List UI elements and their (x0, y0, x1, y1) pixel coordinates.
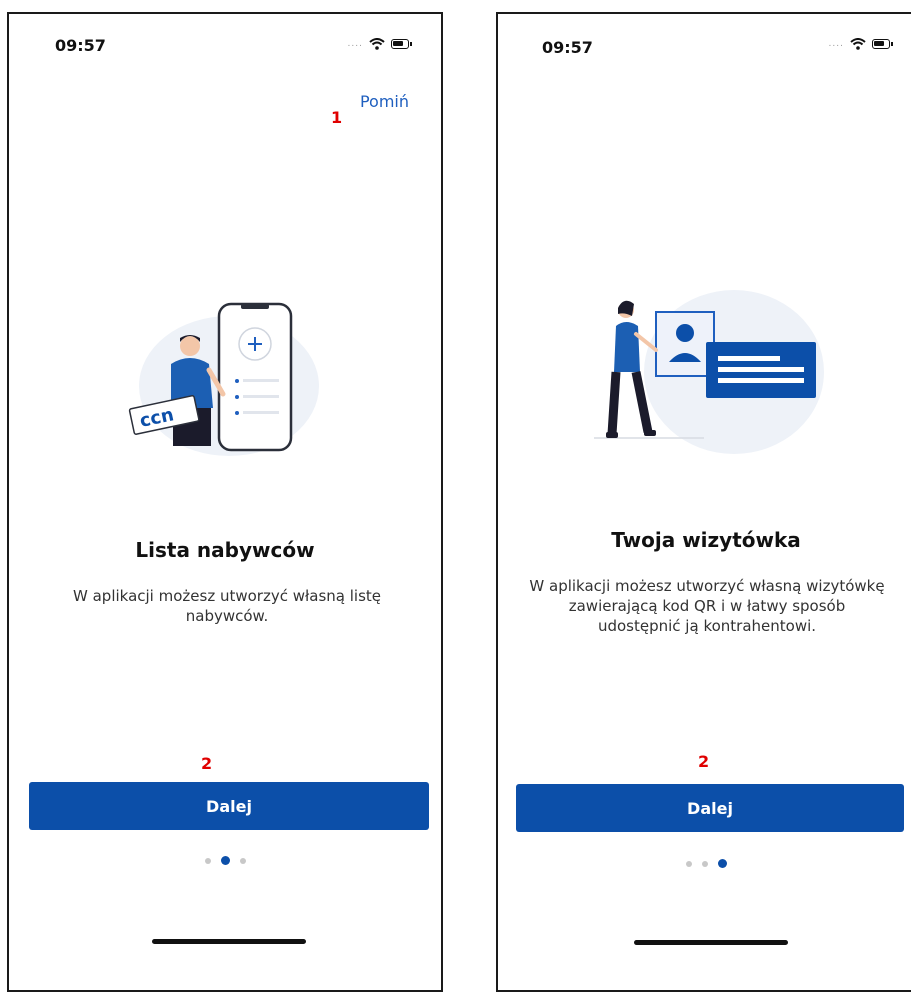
annotation-marker-2: 2 (698, 752, 710, 771)
page-dot-2[interactable] (702, 860, 708, 867)
page-title: Lista nabywców (135, 538, 315, 562)
signal-icon: .... (347, 39, 363, 49)
person-with-business-card-illustration (594, 290, 824, 454)
page-title: Twoja wizytówka (611, 528, 801, 552)
page-indicator (686, 859, 727, 868)
battery-icon (391, 39, 412, 49)
status-time: 09:57 (55, 36, 106, 55)
page-description: W aplikacji możesz utworzyć własną listę… (73, 587, 381, 625)
next-button[interactable]: Dalej (29, 782, 429, 830)
annotation-marker-2: 2 (201, 754, 213, 773)
wifi-icon (369, 38, 385, 50)
home-indicator[interactable] (634, 940, 788, 945)
page-dot-3[interactable] (718, 859, 727, 868)
skip-link[interactable]: Pomiń (360, 92, 409, 111)
status-icons: .... (828, 38, 893, 50)
annotation-marker-1: 1 (331, 108, 343, 127)
page-dot-2[interactable] (221, 856, 230, 865)
wifi-icon (850, 38, 866, 50)
signal-icon: .... (828, 39, 844, 49)
battery-icon (872, 39, 893, 49)
next-button[interactable]: Dalej (516, 784, 904, 832)
onboarding-screen-left: 09:57 .... Pomiń 1 ccn Lista nabywców W … (7, 12, 443, 992)
page-description: W aplikacji możesz utworzyć własną wizyt… (529, 577, 885, 635)
page-indicator (205, 856, 246, 865)
page-dot-3[interactable] (240, 857, 246, 864)
person-with-phone-illustration: ccn (128, 302, 319, 456)
status-icons: .... (347, 38, 412, 50)
home-indicator[interactable] (152, 939, 306, 944)
page-dot-1[interactable] (686, 860, 692, 867)
page-dot-1[interactable] (205, 857, 211, 864)
status-time: 09:57 (542, 38, 593, 57)
onboarding-screen-right: 09:57 .... Twoja wizytówka W aplikacji m… (496, 12, 911, 992)
